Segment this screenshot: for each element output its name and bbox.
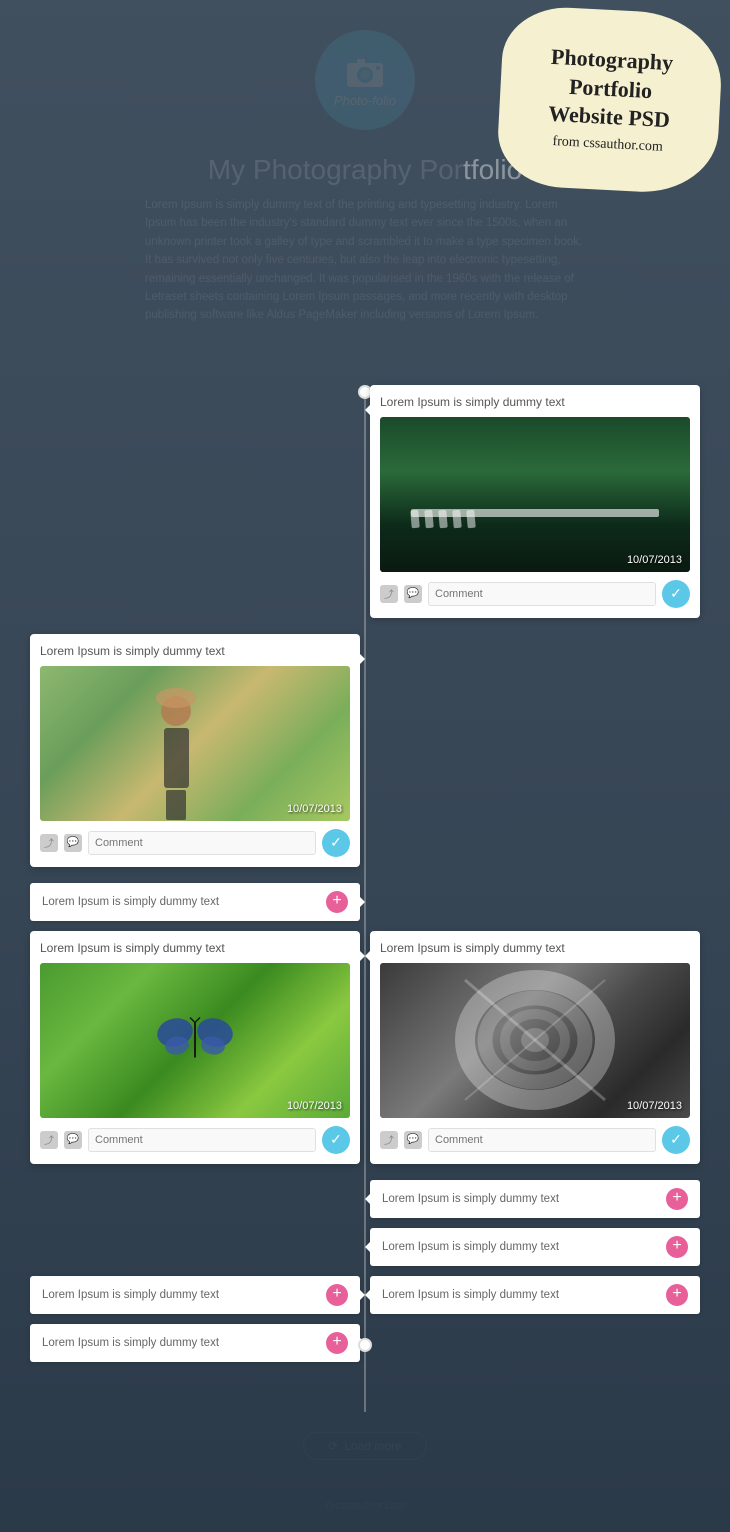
- plus-icon-l2: +: [332, 1286, 341, 1302]
- plus-icon-l1: +: [332, 893, 341, 909]
- card-date-l1: 10/07/2013: [287, 803, 342, 815]
- comment-input-l2[interactable]: [88, 1128, 316, 1152]
- timeline-row-1: Lorem Ipsum is simply dummy text: [0, 385, 730, 618]
- comment-area-r1: ⤴ 💬 ✓: [380, 580, 690, 608]
- submit-btn-r1[interactable]: ✓: [662, 580, 690, 608]
- timeline-row-2: Lorem Ipsum is simply dummy text 10/07/2…: [0, 634, 730, 867]
- comment-icon-l1: 💬: [64, 834, 82, 852]
- plus-icon-r3: +: [672, 1286, 681, 1302]
- plus-icon-r2: +: [672, 1238, 681, 1254]
- comment-icon-l2: 💬: [64, 1131, 82, 1149]
- share-icon-r1: ⤴: [380, 585, 398, 603]
- timeline: Lorem Ipsum is simply dummy text: [0, 385, 730, 1412]
- card-left-2: Lorem Ipsum is simply dummy text: [30, 931, 360, 1164]
- card-image-r2: 10/07/2013: [380, 963, 690, 1118]
- plus-btn-l1[interactable]: +: [326, 891, 348, 913]
- share-icon-r2: ⤴: [380, 1131, 398, 1149]
- check-icon-r1: ✓: [670, 585, 682, 602]
- title-bar-right-2: Lorem Ipsum is simply dummy text +: [370, 1228, 700, 1266]
- title-bar-text-r3: Lorem Ipsum is simply dummy text: [382, 1289, 559, 1301]
- photo-butterfly: [40, 963, 350, 1118]
- photo-girl: [40, 666, 350, 821]
- card-title-l1: Lorem Ipsum is simply dummy text: [40, 644, 350, 658]
- comment-input-r2[interactable]: [428, 1128, 656, 1152]
- share-icon-l2: ⤴: [40, 1131, 58, 1149]
- card-right-1: Lorem Ipsum is simply dummy text: [370, 385, 700, 618]
- card-date-l2: 10/07/2013: [287, 1100, 342, 1112]
- title-bar-right-1: Lorem Ipsum is simply dummy text +: [370, 1180, 700, 1218]
- plus-icon-r1: +: [672, 1190, 681, 1206]
- photo-spiral: [380, 963, 690, 1118]
- plus-btn-r3[interactable]: +: [666, 1284, 688, 1306]
- timeline-row-tb-l1: Lorem Ipsum is simply dummy text +: [0, 883, 730, 921]
- card-date-r1: 10/07/2013: [627, 554, 682, 566]
- submit-btn-r2[interactable]: ✓: [662, 1126, 690, 1154]
- plus-btn-l3[interactable]: +: [326, 1332, 348, 1354]
- card-title-r1: Lorem Ipsum is simply dummy text: [380, 395, 690, 409]
- plus-btn-r1[interactable]: +: [666, 1188, 688, 1210]
- check-icon-r2: ✓: [670, 1131, 682, 1148]
- share-icon-l1: ⤴: [40, 834, 58, 852]
- card-image-r1: 10/07/2013: [380, 417, 690, 572]
- timeline-row-tb-r1: Lorem Ipsum is simply dummy text +: [0, 1180, 730, 1218]
- comment-icon-r2: 💬: [404, 1131, 422, 1149]
- comment-area-l1: ⤴ 💬 ✓: [40, 829, 350, 857]
- photo-rowing: [380, 417, 690, 572]
- comment-area-r2: ⤴ 💬 ✓: [380, 1126, 690, 1154]
- timeline-row-3: Lorem Ipsum is simply dummy text: [0, 931, 730, 1164]
- card-right-2: Lorem Ipsum is simply dummy text: [370, 931, 700, 1164]
- watermark-badge: PhotographyPortfolioWebsite PSDfrom cssa…: [495, 4, 724, 195]
- check-icon-l1: ✓: [330, 834, 342, 851]
- title-bar-left-1: Lorem Ipsum is simply dummy text +: [30, 883, 360, 921]
- watermark-text: PhotographyPortfolioWebsite PSDfrom cssa…: [546, 43, 674, 157]
- plus-btn-l2[interactable]: +: [326, 1284, 348, 1306]
- timeline-row-tb-r2: Lorem Ipsum is simply dummy text +: [0, 1228, 730, 1266]
- comment-input-l1[interactable]: [88, 831, 316, 855]
- card-title-r2: Lorem Ipsum is simply dummy text: [380, 941, 690, 955]
- card-title-l2: Lorem Ipsum is simply dummy text: [40, 941, 350, 955]
- title-bar-left-3: Lorem Ipsum is simply dummy text +: [30, 1324, 360, 1362]
- check-icon-l2: ✓: [330, 1131, 342, 1148]
- card-image-l2: 10/07/2013: [40, 963, 350, 1118]
- butterfly-svg: [155, 1008, 235, 1068]
- card-image-l1: 10/07/2013: [40, 666, 350, 821]
- title-bar-left-2: Lorem Ipsum is simply dummy text +: [30, 1276, 360, 1314]
- card-date-r2: 10/07/2013: [627, 1100, 682, 1112]
- timeline-row-bottom-1: Lorem Ipsum is simply dummy text + Lorem…: [0, 1276, 730, 1314]
- card-left-1: Lorem Ipsum is simply dummy text 10/07/2…: [30, 634, 360, 867]
- timeline-dot-bottom: [358, 1338, 372, 1352]
- plus-btn-r2[interactable]: +: [666, 1236, 688, 1258]
- comment-icon-r1: 💬: [404, 585, 422, 603]
- comment-area-l2: ⤴ 💬 ✓: [40, 1126, 350, 1154]
- submit-btn-l1[interactable]: ✓: [322, 829, 350, 857]
- plus-icon-l3: +: [332, 1334, 341, 1350]
- title-bar-text-r1: Lorem Ipsum is simply dummy text: [382, 1193, 559, 1205]
- title-bar-text-l3: Lorem Ipsum is simply dummy text: [42, 1337, 219, 1349]
- title-bar-right-3: Lorem Ipsum is simply dummy text +: [370, 1276, 700, 1314]
- title-bar-text-l2: Lorem Ipsum is simply dummy text: [42, 1289, 219, 1301]
- spiral-svg: [380, 963, 690, 1118]
- submit-btn-l2[interactable]: ✓: [322, 1126, 350, 1154]
- comment-input-r1[interactable]: [428, 582, 656, 606]
- title-bar-text-l1: Lorem Ipsum is simply dummy text: [42, 896, 219, 908]
- title-bar-text-r2: Lorem Ipsum is simply dummy text: [382, 1241, 559, 1253]
